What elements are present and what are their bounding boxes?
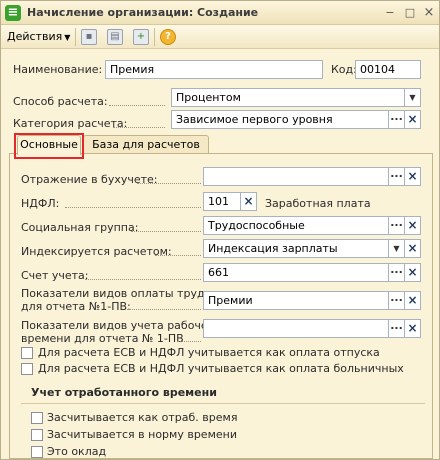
norm-time-checkbox[interactable] [31,429,43,441]
pay-types-label-line1: Показатели видов оплаты труда [21,287,212,300]
label-leader [127,309,201,310]
clear-icon[interactable]: × [405,291,421,310]
ellipsis-icon[interactable]: ... [389,319,405,338]
section-divider [21,403,425,404]
print-icon[interactable]: ▤ [107,29,123,45]
code-label: Код: [331,63,357,76]
ndfl-label: НДФЛ: [21,197,60,210]
clear-icon[interactable]: × [405,239,421,258]
label-leader [65,207,201,208]
clear-icon[interactable]: × [405,216,421,235]
app-icon: ≡ [5,5,21,21]
worktime-input[interactable] [203,319,389,338]
chevron-down-icon[interactable]: ▼ [389,239,405,258]
pay-types-input[interactable]: Премии [203,291,389,310]
form-window: ≡ Начисление организации: Создание − □ ×… [0,0,440,460]
accounting-label: Отражение в бухучете: [21,173,158,186]
worked-time-checkbox-label: Засчитывается как отраб. время [47,411,238,424]
maximize-icon[interactable]: □ [403,6,417,20]
clear-icon[interactable]: × [405,167,421,186]
indexed-label: Индексируется расчетом: [21,245,172,258]
label-leader [113,127,165,128]
actions-menu-button[interactable]: Действия ▼ [7,30,70,43]
calc-method-label: Способ расчета: [13,95,108,108]
calc-category-label: Категория расчета: [13,117,128,130]
salary-checkbox[interactable] [31,446,43,458]
sick-leave-checkbox-label: Для расчета ЕСВ и НДФЛ учитывается как о… [38,362,404,375]
calc-method-select[interactable]: Процентом [171,88,405,107]
clear-icon[interactable]: × [241,192,257,211]
actions-label: Действия [7,30,63,43]
toolbar-divider [154,28,155,46]
clear-icon[interactable]: × [405,110,421,129]
ellipsis-icon[interactable]: ... [389,263,405,282]
worked-time-checkbox[interactable] [31,412,43,424]
ndfl-code-input[interactable]: 101 [203,192,241,211]
label-leader [155,255,201,256]
vacation-checkbox-label: Для расчета ЕСВ и НДФЛ учитывается как о… [38,346,380,359]
worktime-label-line1: Показатели видов учета рабочего [21,319,221,332]
code-input[interactable]: 00104 [355,60,421,79]
save-icon[interactable]: ▪ [81,29,97,45]
ellipsis-icon[interactable]: ... [389,110,405,129]
ellipsis-icon[interactable]: ... [389,291,405,310]
vacation-checkbox[interactable] [21,347,33,359]
tab-highlight-frame [14,133,84,159]
name-input[interactable]: Премия [105,60,323,79]
ellipsis-icon[interactable]: ... [389,216,405,235]
pay-types-label-line2: для отчета №1-ПВ: [21,300,131,313]
toolbar-divider [75,28,76,46]
title-bar: ≡ Начисление организации: Создание − □ × [1,1,439,25]
social-group-label: Социальная группа: [21,221,139,234]
minimize-icon[interactable]: − [383,6,397,20]
label-leader [137,183,201,184]
salary-checkbox-label: Это оклад [47,445,107,458]
label-leader [177,341,201,342]
label-leader [85,279,201,280]
label-leader [131,231,201,232]
tab-calc-base[interactable]: База для расчетов [83,135,209,155]
toolbar: Действия ▼ ▪ ▤ + ? [1,25,439,49]
account-input[interactable]: 661 [203,263,389,282]
chevron-down-icon: ▼ [64,33,71,42]
accounting-input[interactable] [203,167,389,186]
label-leader [109,105,165,106]
close-icon[interactable]: × [422,6,436,20]
clear-icon[interactable]: × [405,263,421,282]
indexed-select[interactable]: Индексация зарплаты [203,239,389,258]
name-label: Наименование: [13,63,103,76]
add-icon[interactable]: + [133,29,149,45]
norm-time-checkbox-label: Засчитывается в норму времени [47,428,237,441]
window-title: Начисление организации: Создание [27,6,259,19]
ellipsis-icon[interactable]: ... [389,167,405,186]
ndfl-description: Заработная плата [265,197,371,210]
sick-leave-checkbox[interactable] [21,363,33,375]
calc-category-input[interactable]: Зависимое первого уровня [171,110,389,129]
clear-icon[interactable]: × [405,319,421,338]
social-group-input[interactable]: Трудоспособные [203,216,389,235]
help-icon[interactable]: ? [160,29,176,45]
chevron-down-icon[interactable]: ▼ [405,88,421,107]
worktime-label-line2: времени для отчета № 1-ПВ [21,332,184,345]
account-label: Счет учета: [21,269,89,282]
worktime-section-title: Учет отработанного времени [31,386,217,399]
